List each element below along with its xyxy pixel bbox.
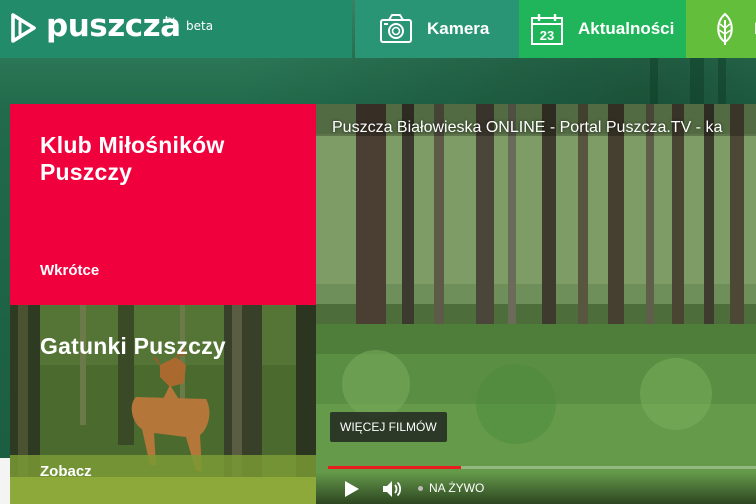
more-videos-button[interactable]: WIĘCEJ FILMÓW bbox=[330, 412, 447, 442]
live-label: NA ŻYWO bbox=[429, 481, 485, 495]
volume-icon[interactable] bbox=[380, 477, 404, 501]
logo-link[interactable]: puszcza tv beta bbox=[0, 0, 352, 58]
species-title: Gatunki Puszczy bbox=[40, 333, 226, 359]
club-link[interactable]: Wkrótce bbox=[40, 262, 99, 279]
nav-item-p[interactable]: P bbox=[686, 0, 756, 58]
nav-item-aktualnosci[interactable]: 23 Aktualności bbox=[519, 0, 686, 58]
nav-label-aktualnosci: Aktualności bbox=[578, 19, 675, 38]
top-navigation: puszcza tv beta Kamera 23 Aktualności bbox=[0, 0, 756, 58]
camera-icon bbox=[380, 14, 412, 43]
beta-badge: beta bbox=[186, 19, 214, 33]
video-controls: NA ŻYWO bbox=[316, 472, 756, 504]
club-title: Klub Miłośników Puszczy bbox=[40, 132, 225, 185]
background-texture bbox=[690, 58, 704, 108]
species-link[interactable]: Zobacz bbox=[40, 463, 92, 480]
video-title[interactable]: Puszcza Białowieska ONLINE - Portal Pusz… bbox=[332, 119, 722, 137]
live-dot bbox=[418, 485, 423, 491]
nav-label-kamera: Kamera bbox=[427, 19, 490, 38]
species-tile[interactable]: Gatunki Puszczy Zobacz bbox=[10, 305, 316, 504]
logo-icon bbox=[11, 13, 36, 43]
calendar-day: 23 bbox=[540, 28, 554, 43]
play-icon[interactable] bbox=[340, 478, 362, 500]
video-player[interactable]: Puszcza Białowieska ONLINE - Portal Pusz… bbox=[316, 104, 756, 504]
progress-fill bbox=[328, 466, 461, 469]
calendar-icon: 23 bbox=[531, 14, 563, 45]
club-tile[interactable]: Klub Miłośników Puszczy Wkrótce bbox=[10, 104, 316, 305]
logo-text: puszcza bbox=[46, 8, 181, 44]
progress-bar[interactable] bbox=[328, 466, 756, 469]
leaf-icon bbox=[717, 12, 733, 45]
page-edge bbox=[0, 458, 10, 504]
background-texture bbox=[718, 58, 726, 108]
nav-item-kamera[interactable]: Kamera bbox=[355, 0, 519, 58]
video-frame bbox=[316, 104, 756, 504]
background-texture bbox=[650, 58, 658, 108]
logo-tv: tv bbox=[165, 15, 175, 26]
live-indicator: NA ŻYWO bbox=[418, 481, 484, 495]
